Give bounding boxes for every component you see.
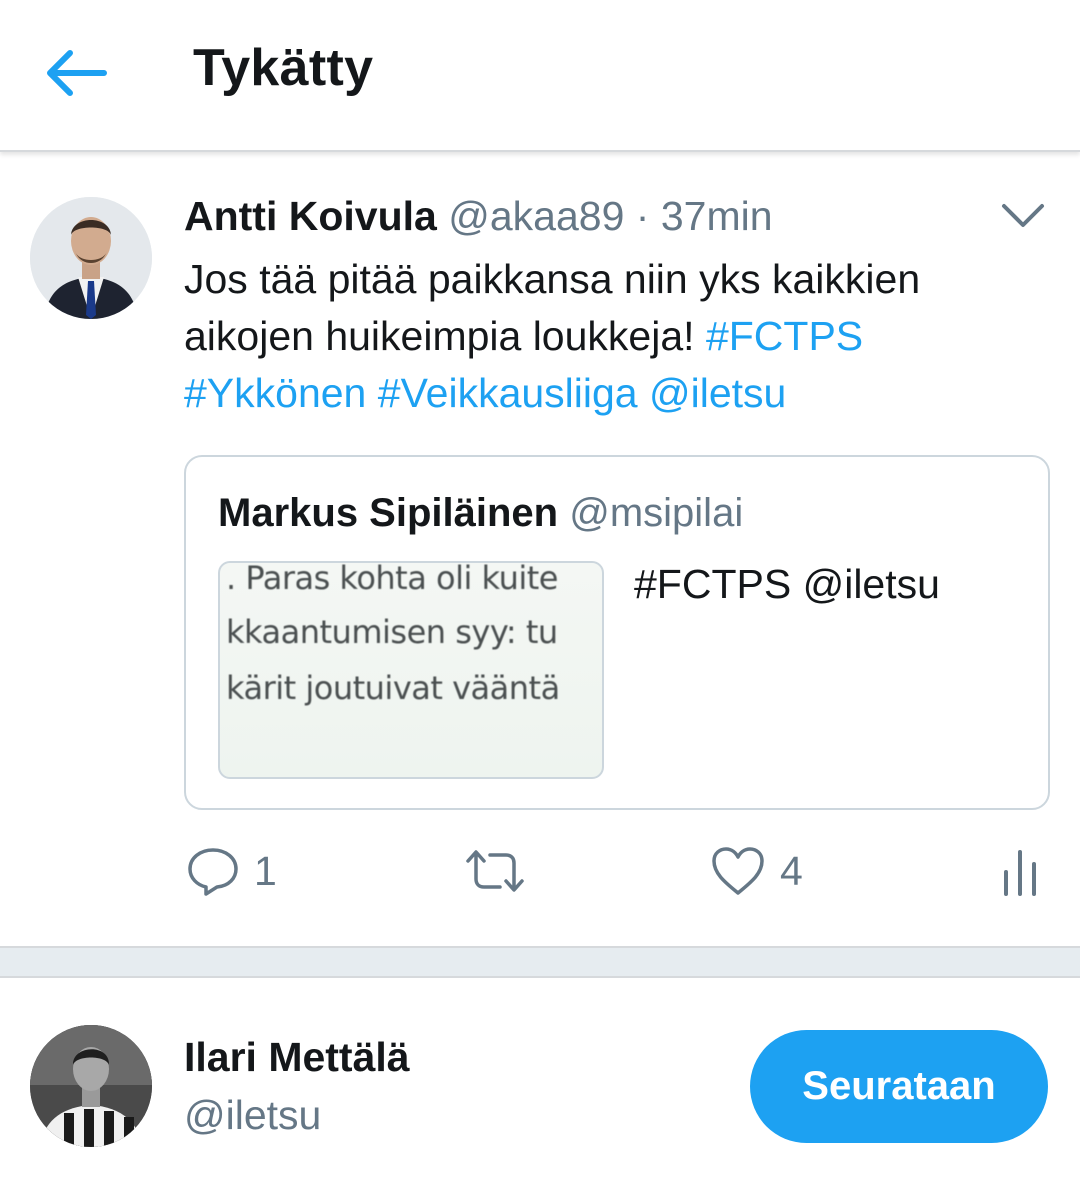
mention-link[interactable]: @iletsu [649,370,786,416]
hashtag-link[interactable]: #FCTPS [706,313,863,359]
like-count: 4 [780,847,803,894]
quoted-tweet-text: #FCTPS @iletsu [634,561,940,607]
image-text-line: kärit joutuivat vääntä [226,669,560,707]
user-name[interactable]: Ilari Mettälä [184,1034,410,1081]
image-text-line: . Paras kohta oli kuite [226,561,558,597]
back-button[interactable] [38,38,112,108]
heart-icon [712,847,764,895]
avatar-photo [30,197,152,319]
image-text-line: kkaantumisen syy: tu [226,613,558,651]
page-title: Tykätty [193,39,374,97]
hashtag-link[interactable]: #Ykkönen [184,370,366,416]
avatar-photo [30,1025,152,1147]
quoted-tweet-header: Markus Sipiläinen @msipilai [218,491,743,536]
avatar[interactable] [30,197,152,319]
retweet-button[interactable] [464,847,526,895]
quoted-author-name: Markus Sipiläinen [218,491,559,535]
like-button[interactable]: 4 [710,845,803,897]
avatar[interactable] [30,1025,152,1147]
separator-dot: · [635,193,650,239]
retweet-icon [466,850,524,892]
quoted-tweet-image[interactable]: . Paras kohta oli kuite kkaantumisen syy… [218,561,604,779]
reply-icon [188,848,238,896]
author-handle[interactable]: @akaa89 [448,193,624,239]
hashtag-link[interactable]: #Veikkausliiga [378,370,638,416]
section-divider [0,946,1080,978]
following-button[interactable]: Seurataan [750,1030,1048,1143]
tweet-menu-button[interactable] [996,196,1050,236]
top-app-bar: Tykätty [0,0,1080,152]
analytics-button[interactable] [1000,846,1040,898]
tweet-time: 37min [660,193,773,239]
author-name[interactable]: Antti Koivula [184,193,437,239]
arrow-left-icon [47,50,107,96]
quoted-author-handle: @msipilai [569,491,744,535]
chevron-down-icon [1002,204,1044,227]
tweet-text: Jos tää pitää paikkansa niin yks kaikkie… [184,251,1044,422]
tweet-header: Antti Koivula @akaa89 · 37min [184,193,773,240]
reply-button[interactable]: 1 [186,845,277,897]
analytics-icon [1004,850,1036,896]
quoted-tweet[interactable]: Markus Sipiläinen @msipilai . Paras koht… [184,455,1050,810]
user-handle: @iletsu [184,1092,322,1138]
reply-count: 1 [254,847,277,894]
